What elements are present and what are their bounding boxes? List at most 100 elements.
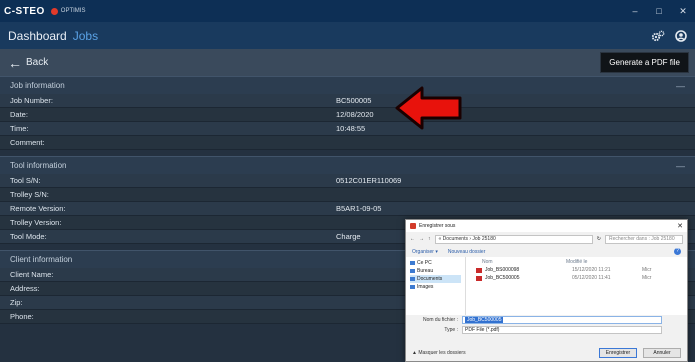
- file-type: Micr: [642, 275, 652, 281]
- section-title: Tool information: [10, 161, 67, 170]
- field-label: Job Number:: [10, 96, 53, 105]
- nav-item-pc[interactable]: Ce PC: [410, 259, 461, 267]
- hide-folders-toggle[interactable]: ▲ Masquer les dossiers: [412, 350, 466, 356]
- nav-item-documents[interactable]: Documents: [410, 275, 461, 283]
- app-icon: [410, 223, 416, 229]
- app-window: C-STEO OPTIMIS – □ ✕ Dashboard Jobs ← Ba…: [0, 0, 695, 362]
- table-row: Tool S/N: 0512C01ER110069: [0, 174, 695, 188]
- nav-back-icon[interactable]: ←: [410, 236, 415, 242]
- folder-icon: [410, 269, 415, 273]
- dialog-toolbar: Organiser ▾ Nouveau dossier ?: [406, 246, 687, 257]
- filename-label: Nom du fichier :: [422, 317, 458, 323]
- file-date: 05/12/2020 11:41: [572, 275, 611, 281]
- field-label: Phone:: [10, 312, 34, 321]
- dialog-footer: ▲ Masquer les dossiers Enregistrer Annul…: [406, 344, 687, 361]
- filetype-select[interactable]: PDF File (*.pdf): [462, 326, 662, 334]
- nav-icons: [651, 29, 687, 42]
- dialog-title-bar: Enregistrer sous ✕: [406, 220, 687, 232]
- field-label: Time:: [10, 124, 29, 133]
- nav-bar: Dashboard Jobs: [0, 22, 695, 49]
- navigation-pane: Ce PC Bureau Documents Images: [406, 257, 466, 315]
- time-value: 10:48:55: [336, 124, 366, 133]
- section-title: Job information: [10, 81, 65, 90]
- title-bar: C-STEO OPTIMIS – □ ✕: [0, 0, 695, 22]
- collapse-icon[interactable]: —: [676, 81, 685, 91]
- filetype-row: Type : PDF File (*.pdf): [406, 325, 687, 335]
- tool-sn-value: 0512C01ER110069: [336, 176, 402, 185]
- search-input[interactable]: Rechercher dans : Job 25180: [605, 234, 683, 244]
- nav-up-icon[interactable]: ↑: [428, 236, 431, 242]
- close-button[interactable]: ✕: [671, 6, 695, 17]
- list-item[interactable]: Job_BC500005 05/12/2020 11:41 Micr: [470, 274, 683, 282]
- logo-dot-icon: [50, 7, 58, 15]
- column-name[interactable]: Nom: [470, 259, 566, 265]
- minimize-button[interactable]: –: [623, 6, 647, 17]
- dialog-body: Ce PC Bureau Documents Images Nom Modifi…: [406, 257, 687, 315]
- back-bar: ← Back Generate a PDF file: [0, 49, 695, 76]
- help-icon[interactable]: ?: [674, 248, 681, 255]
- field-label: Client Name:: [10, 270, 54, 279]
- filetype-label: Type :: [444, 327, 458, 333]
- generate-pdf-button[interactable]: Generate a PDF file: [600, 52, 689, 73]
- table-row: Job Number: BC500005: [0, 94, 695, 108]
- filename-input[interactable]: Job_BC500005: [462, 316, 662, 324]
- maximize-button[interactable]: □: [647, 6, 671, 17]
- file-date: 15/12/2020 11:21: [572, 267, 611, 273]
- dialog-close-button[interactable]: ✕: [677, 222, 683, 230]
- field-label: Date:: [10, 110, 28, 119]
- logo-subtitle: OPTIMIS: [60, 8, 86, 14]
- date-value: 12/08/2020: [336, 110, 374, 119]
- table-row: Trolley S/N:: [0, 188, 695, 202]
- window-controls: – □ ✕: [623, 6, 695, 17]
- field-label: Trolley Version:: [10, 218, 62, 227]
- breadcrumb-jobs[interactable]: Jobs: [73, 29, 98, 43]
- save-as-dialog: Enregistrer sous ✕ ← → ↑ « Documents › J…: [405, 219, 688, 362]
- nav-forward-icon[interactable]: →: [419, 236, 424, 242]
- back-arrow-icon[interactable]: ←: [8, 56, 22, 70]
- tool-information-header[interactable]: Tool information —: [0, 156, 695, 174]
- folder-icon: [410, 285, 415, 289]
- section-title: Client information: [10, 255, 73, 264]
- red-arrow-annotation-icon: [395, 86, 462, 130]
- job-information-header[interactable]: Job information —: [0, 76, 695, 94]
- field-label: Remote Version:: [10, 204, 66, 213]
- nav-item-desktop[interactable]: Bureau: [410, 267, 461, 275]
- table-row: Remote Version: B5AR1-09-05: [0, 202, 695, 216]
- pdf-file-icon: [476, 275, 482, 281]
- field-label: Tool S/N:: [10, 176, 41, 185]
- field-label: Comment:: [10, 138, 45, 147]
- tool-mode-value: Charge: [336, 232, 361, 241]
- back-button[interactable]: Back: [26, 57, 48, 68]
- field-label: Tool Mode:: [10, 232, 47, 241]
- table-row: Comment:: [0, 136, 695, 150]
- dialog-buttons: Enregistrer Annuler: [599, 347, 681, 358]
- column-modified[interactable]: Modifié le: [566, 259, 636, 265]
- file-name: Job_BS000098: [485, 267, 520, 273]
- remote-version-value: B5AR1-09-05: [336, 204, 382, 213]
- field-label: Address:: [10, 284, 40, 293]
- refresh-icon[interactable]: ↻: [597, 236, 601, 242]
- file-name: Job_BC500005: [485, 275, 520, 281]
- folder-icon: [410, 277, 415, 281]
- field-label: Trolley S/N:: [10, 190, 49, 199]
- file-type: Micr: [642, 267, 652, 273]
- cancel-button[interactable]: Annuler: [643, 347, 681, 358]
- collapse-icon[interactable]: —: [676, 161, 685, 171]
- new-folder-button[interactable]: Nouveau dossier: [448, 249, 486, 255]
- organize-button[interactable]: Organiser ▾: [412, 249, 438, 255]
- file-list: Nom Modifié le Job_BS000098 15/12/2020 1…: [466, 257, 687, 315]
- table-row: Time: 10:48:55: [0, 122, 695, 136]
- save-button[interactable]: Enregistrer: [599, 347, 637, 358]
- list-item[interactable]: Job_BS000098 15/12/2020 11:21 Micr: [470, 266, 683, 274]
- pdf-file-icon: [476, 267, 482, 273]
- dialog-address-row: ← → ↑ « Documents › Job 25180 ↻ Recherch…: [406, 232, 687, 246]
- breadcrumb-dashboard[interactable]: Dashboard: [8, 29, 67, 43]
- file-list-header: Nom Modifié le: [470, 258, 683, 266]
- user-account-icon[interactable]: [675, 29, 687, 42]
- settings-gears-icon[interactable]: [651, 30, 665, 42]
- job-number-value: BC500005: [336, 96, 372, 105]
- dialog-title: Enregistrer sous: [419, 223, 456, 229]
- nav-item-images[interactable]: Images: [410, 283, 461, 291]
- pc-icon: [410, 261, 415, 265]
- address-bar[interactable]: « Documents › Job 25180: [434, 234, 593, 244]
